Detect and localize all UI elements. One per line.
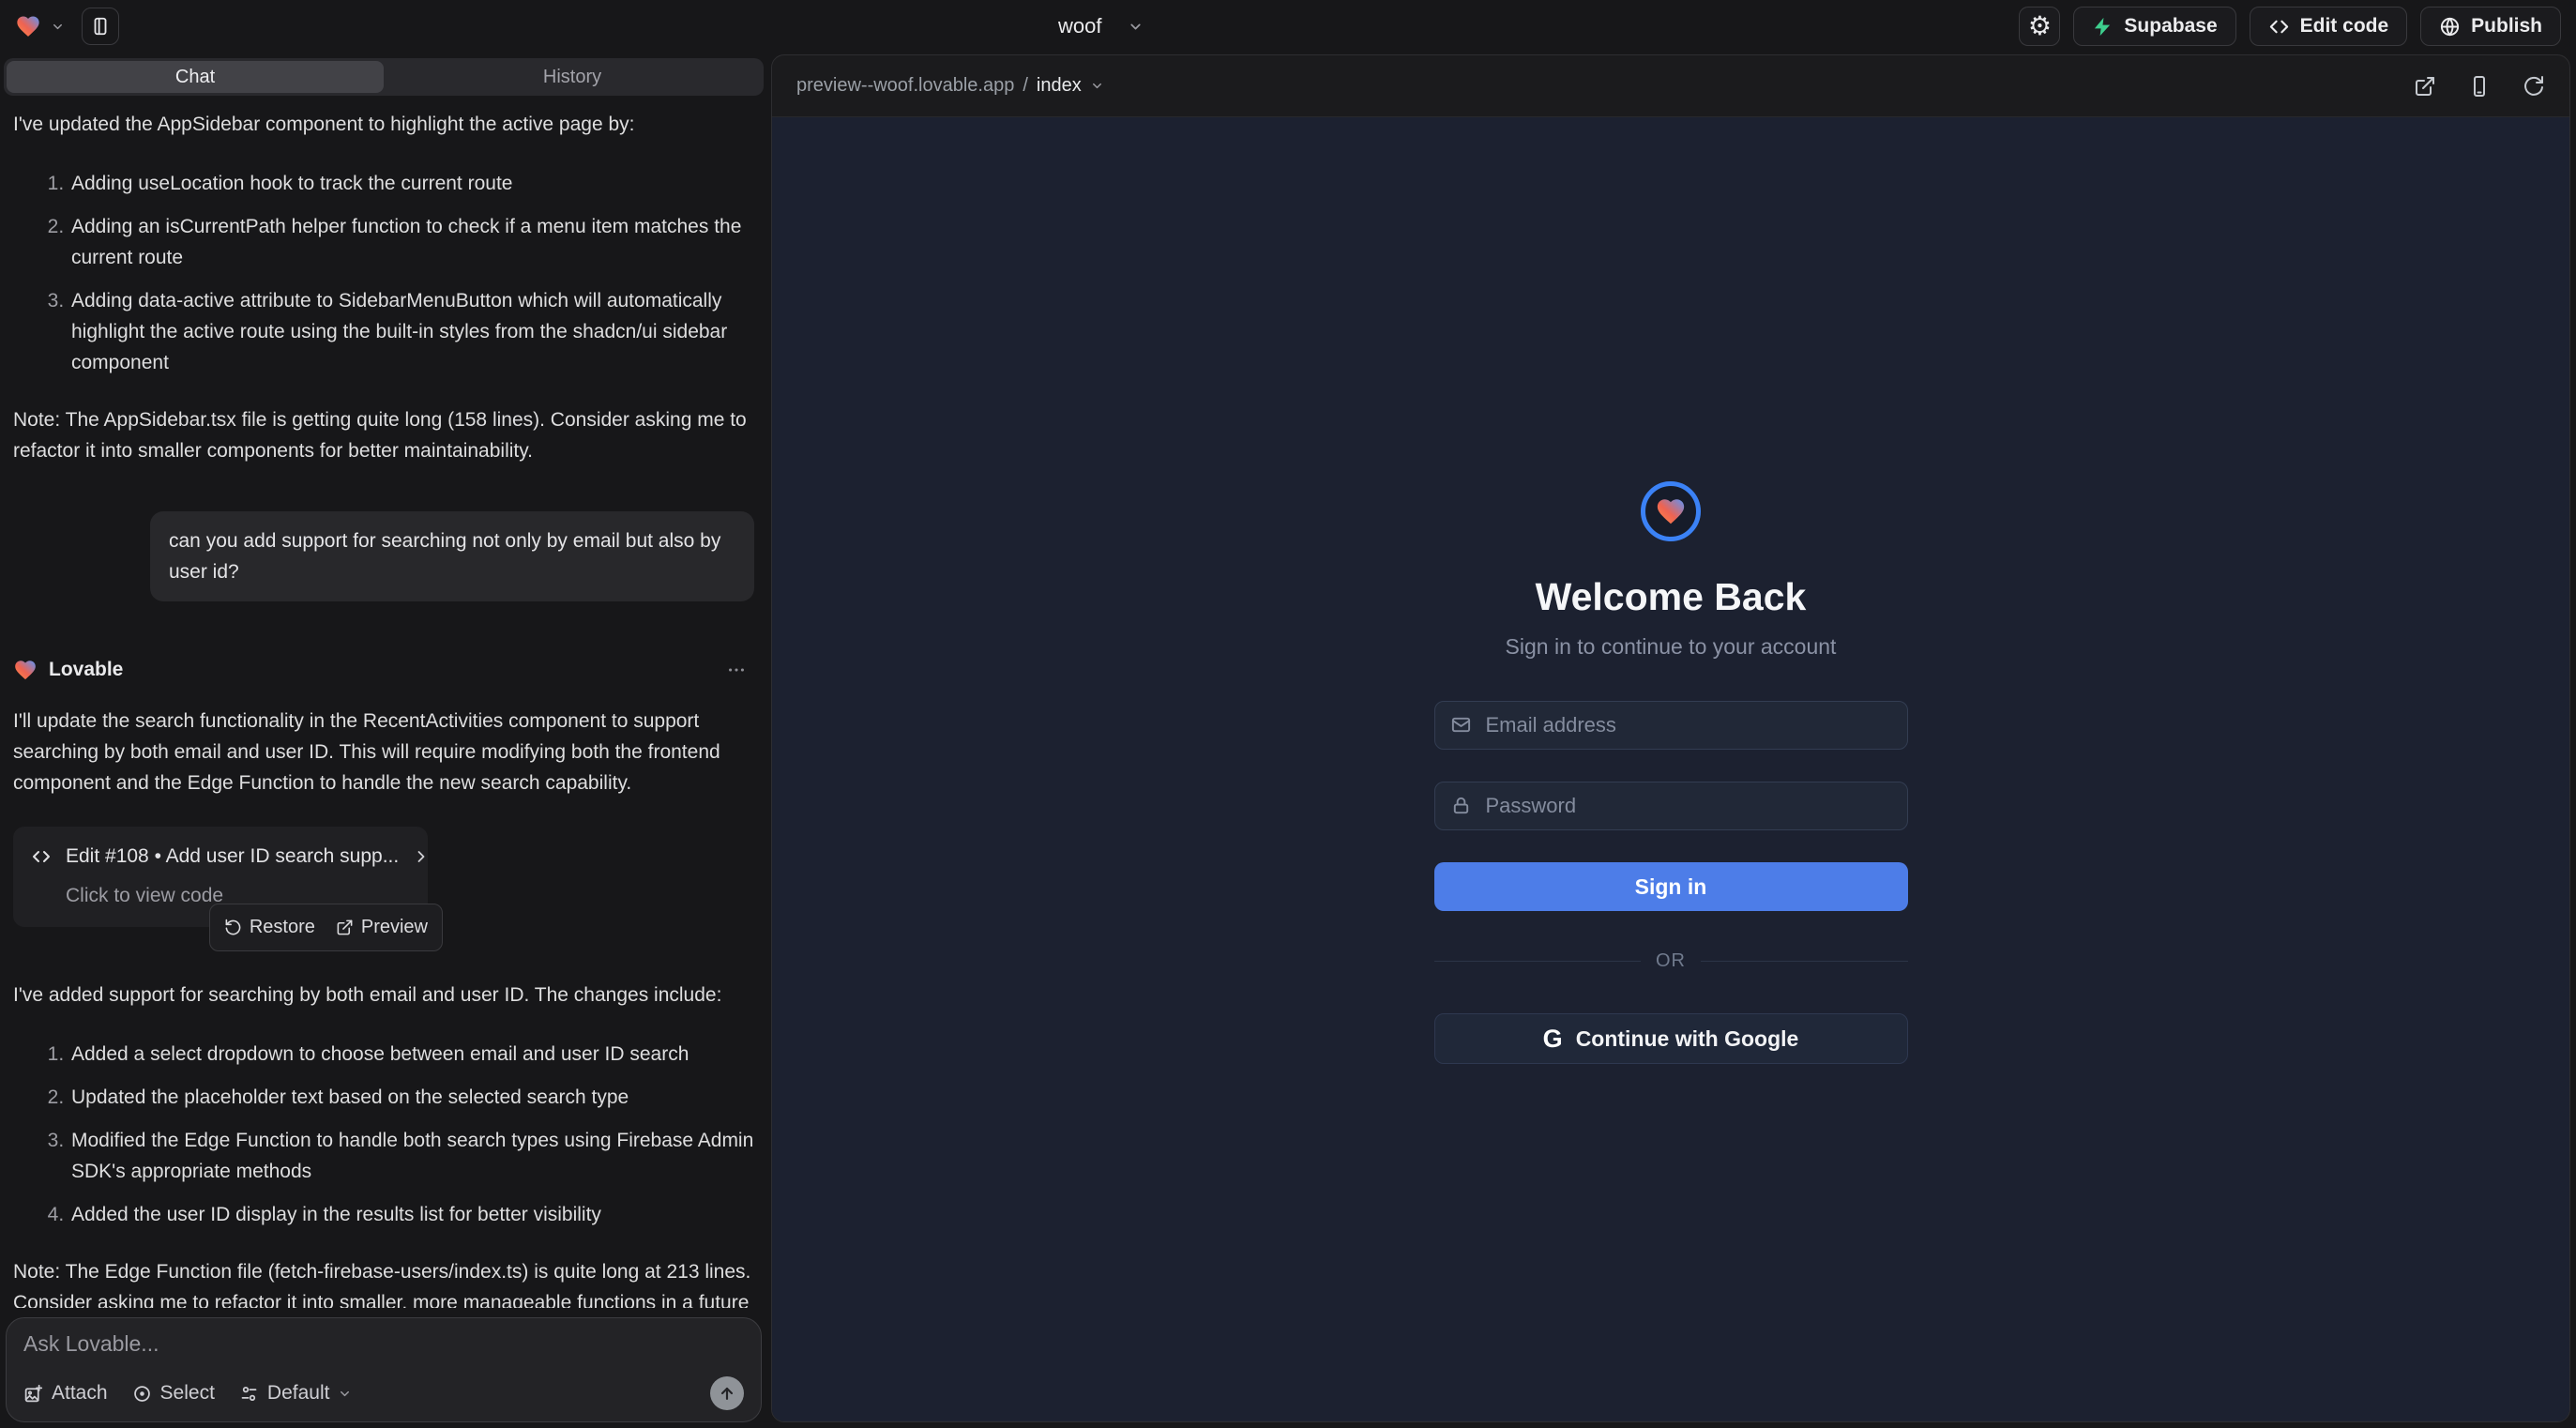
preview-url-breadcrumb[interactable]: preview--woof.lovable.app / index	[796, 75, 1104, 97]
mode-selector[interactable]: Default	[239, 1382, 353, 1405]
preview-panel: preview--woof.lovable.app / index	[771, 54, 2570, 1422]
external-link-icon	[336, 919, 354, 936]
page-subtitle: Sign in to continue to your account	[1506, 634, 1837, 660]
lovable-app-window: woof ⚙ Supabase Edit code	[0, 0, 2576, 1428]
assistant-header: Lovable	[13, 654, 754, 685]
restore-icon	[224, 919, 242, 936]
sliders-icon	[239, 1384, 259, 1404]
refresh-icon[interactable]	[2523, 75, 2545, 98]
google-g-icon: G	[1543, 1025, 1563, 1054]
panel-left-icon	[90, 16, 111, 37]
mobile-view-icon[interactable]	[2468, 75, 2491, 98]
project-switcher[interactable]: woof	[1058, 0, 1144, 53]
gear-icon: ⚙	[2028, 13, 2052, 39]
chat-input[interactable]	[23, 1331, 744, 1357]
edit-code-label: Edit code	[2300, 15, 2389, 38]
sign-in-form: Sign in OR G Continue with Google	[1434, 701, 1908, 1064]
edit-code-button[interactable]: Edit code	[2250, 7, 2408, 46]
supabase-bolt-icon	[2092, 16, 2114, 38]
continue-with-google-button[interactable]: G Continue with Google	[1434, 1013, 1908, 1064]
arrow-up-icon	[718, 1384, 736, 1403]
attach-label: Attach	[52, 1382, 108, 1405]
settings-button[interactable]: ⚙	[2019, 7, 2060, 46]
chat-history-tabs: Chat History	[4, 58, 764, 96]
project-chevron-down-icon	[1128, 19, 1144, 35]
code-icon	[2268, 16, 2290, 38]
publish-button[interactable]: Publish	[2420, 7, 2561, 46]
edit-card-actions: Restore Preview	[209, 904, 443, 951]
assistant-paragraph: I'll update the search functionality in …	[13, 706, 754, 798]
chat-message-list[interactable]: I've updated the AppSidebar component to…	[0, 96, 767, 1308]
sign-in-button[interactable]: Sign in	[1434, 862, 1908, 911]
list-item: Updated the placeholder text based on th…	[69, 1082, 754, 1113]
code-icon	[30, 845, 53, 868]
open-in-new-tab-icon[interactable]	[2414, 75, 2436, 98]
assistant-numbered-list: Added a select dropdown to choose betwee…	[13, 1039, 754, 1230]
or-divider: OR	[1434, 950, 1908, 972]
email-field[interactable]	[1434, 701, 1908, 750]
attach-image-icon	[23, 1384, 43, 1404]
lock-icon	[1450, 795, 1472, 816]
tab-chat[interactable]: Chat	[7, 61, 384, 93]
list-item: Added a select dropdown to choose betwee…	[69, 1039, 754, 1070]
assistant-name: Lovable	[49, 654, 123, 685]
supabase-label: Supabase	[2124, 15, 2217, 38]
attach-button[interactable]: Attach	[23, 1382, 108, 1405]
edit-card-title: Edit #108 • Add user ID search supp...	[66, 841, 399, 872]
mail-icon	[1450, 714, 1472, 736]
lovable-logo-icon[interactable]	[15, 13, 41, 39]
preview-button[interactable]: Preview	[336, 912, 428, 943]
breadcrumb-separator: /	[1023, 75, 1028, 97]
lovable-heart-icon	[13, 658, 38, 682]
list-item: Added the user ID display in the results…	[69, 1199, 754, 1230]
app-logo	[1641, 481, 1701, 541]
list-item: Adding useLocation hook to track the cur…	[69, 168, 754, 199]
list-item: Adding data-active attribute to SidebarM…	[69, 285, 754, 378]
list-item: Adding an isCurrentPath helper function …	[69, 211, 754, 273]
message-menu-dots-icon[interactable]	[726, 660, 747, 680]
assistant-note: Note: The AppSidebar.tsx file is getting…	[13, 404, 754, 466]
email-field-wrapper	[1434, 701, 1908, 750]
page-chevron-down-icon	[1090, 79, 1104, 93]
tab-history[interactable]: History	[384, 61, 761, 93]
restore-button[interactable]: Restore	[224, 912, 315, 943]
mode-label: Default	[267, 1382, 330, 1405]
chevron-right-icon	[412, 847, 431, 866]
toggle-sidebar-button[interactable]	[82, 8, 119, 45]
mode-chevron-down-icon	[338, 1387, 352, 1401]
assistant-note: Note: The Edge Function file (fetch-fire…	[13, 1256, 754, 1308]
preview-domain: preview--woof.lovable.app	[796, 75, 1014, 97]
workspace-chevron-down-icon[interactable]	[51, 20, 65, 34]
target-icon	[132, 1384, 152, 1404]
list-item: Modified the Edge Function to handle bot…	[69, 1125, 754, 1187]
globe-icon	[2439, 16, 2461, 38]
edit-card-wrapper: Edit #108 • Add user ID search supp... C…	[13, 827, 428, 927]
preview-iframe-content: Welcome Back Sign in to continue to your…	[772, 117, 2569, 1421]
password-field-wrapper	[1434, 782, 1908, 830]
assistant-paragraph: I've updated the AppSidebar component to…	[13, 109, 754, 140]
page-title: Welcome Back	[1536, 575, 1807, 619]
composer: Attach Select Default	[6, 1317, 762, 1422]
topbar: woof ⚙ Supabase Edit code	[0, 0, 2576, 53]
preview-label: Preview	[361, 912, 428, 943]
preview-toolbar: preview--woof.lovable.app / index	[772, 55, 2569, 117]
google-button-label: Continue with Google	[1576, 1026, 1799, 1052]
user-message-bubble: can you add support for searching not on…	[150, 511, 754, 601]
or-label: OR	[1656, 950, 1686, 972]
send-button[interactable]	[710, 1376, 744, 1410]
assistant-numbered-list: Adding useLocation hook to track the cur…	[13, 168, 754, 378]
supabase-button[interactable]: Supabase	[2073, 7, 2235, 46]
chat-panel: Chat History I've updated the AppSidebar…	[0, 53, 767, 1428]
publish-label: Publish	[2471, 15, 2542, 38]
select-element-button[interactable]: Select	[132, 1382, 215, 1405]
assistant-paragraph: I've added support for searching by both…	[13, 980, 754, 1010]
heart-logo-icon	[1655, 495, 1687, 527]
project-name: woof	[1058, 14, 1101, 38]
select-label: Select	[160, 1382, 215, 1405]
password-field[interactable]	[1434, 782, 1908, 830]
preview-page-name: index	[1037, 75, 1082, 97]
restore-label: Restore	[250, 912, 315, 943]
